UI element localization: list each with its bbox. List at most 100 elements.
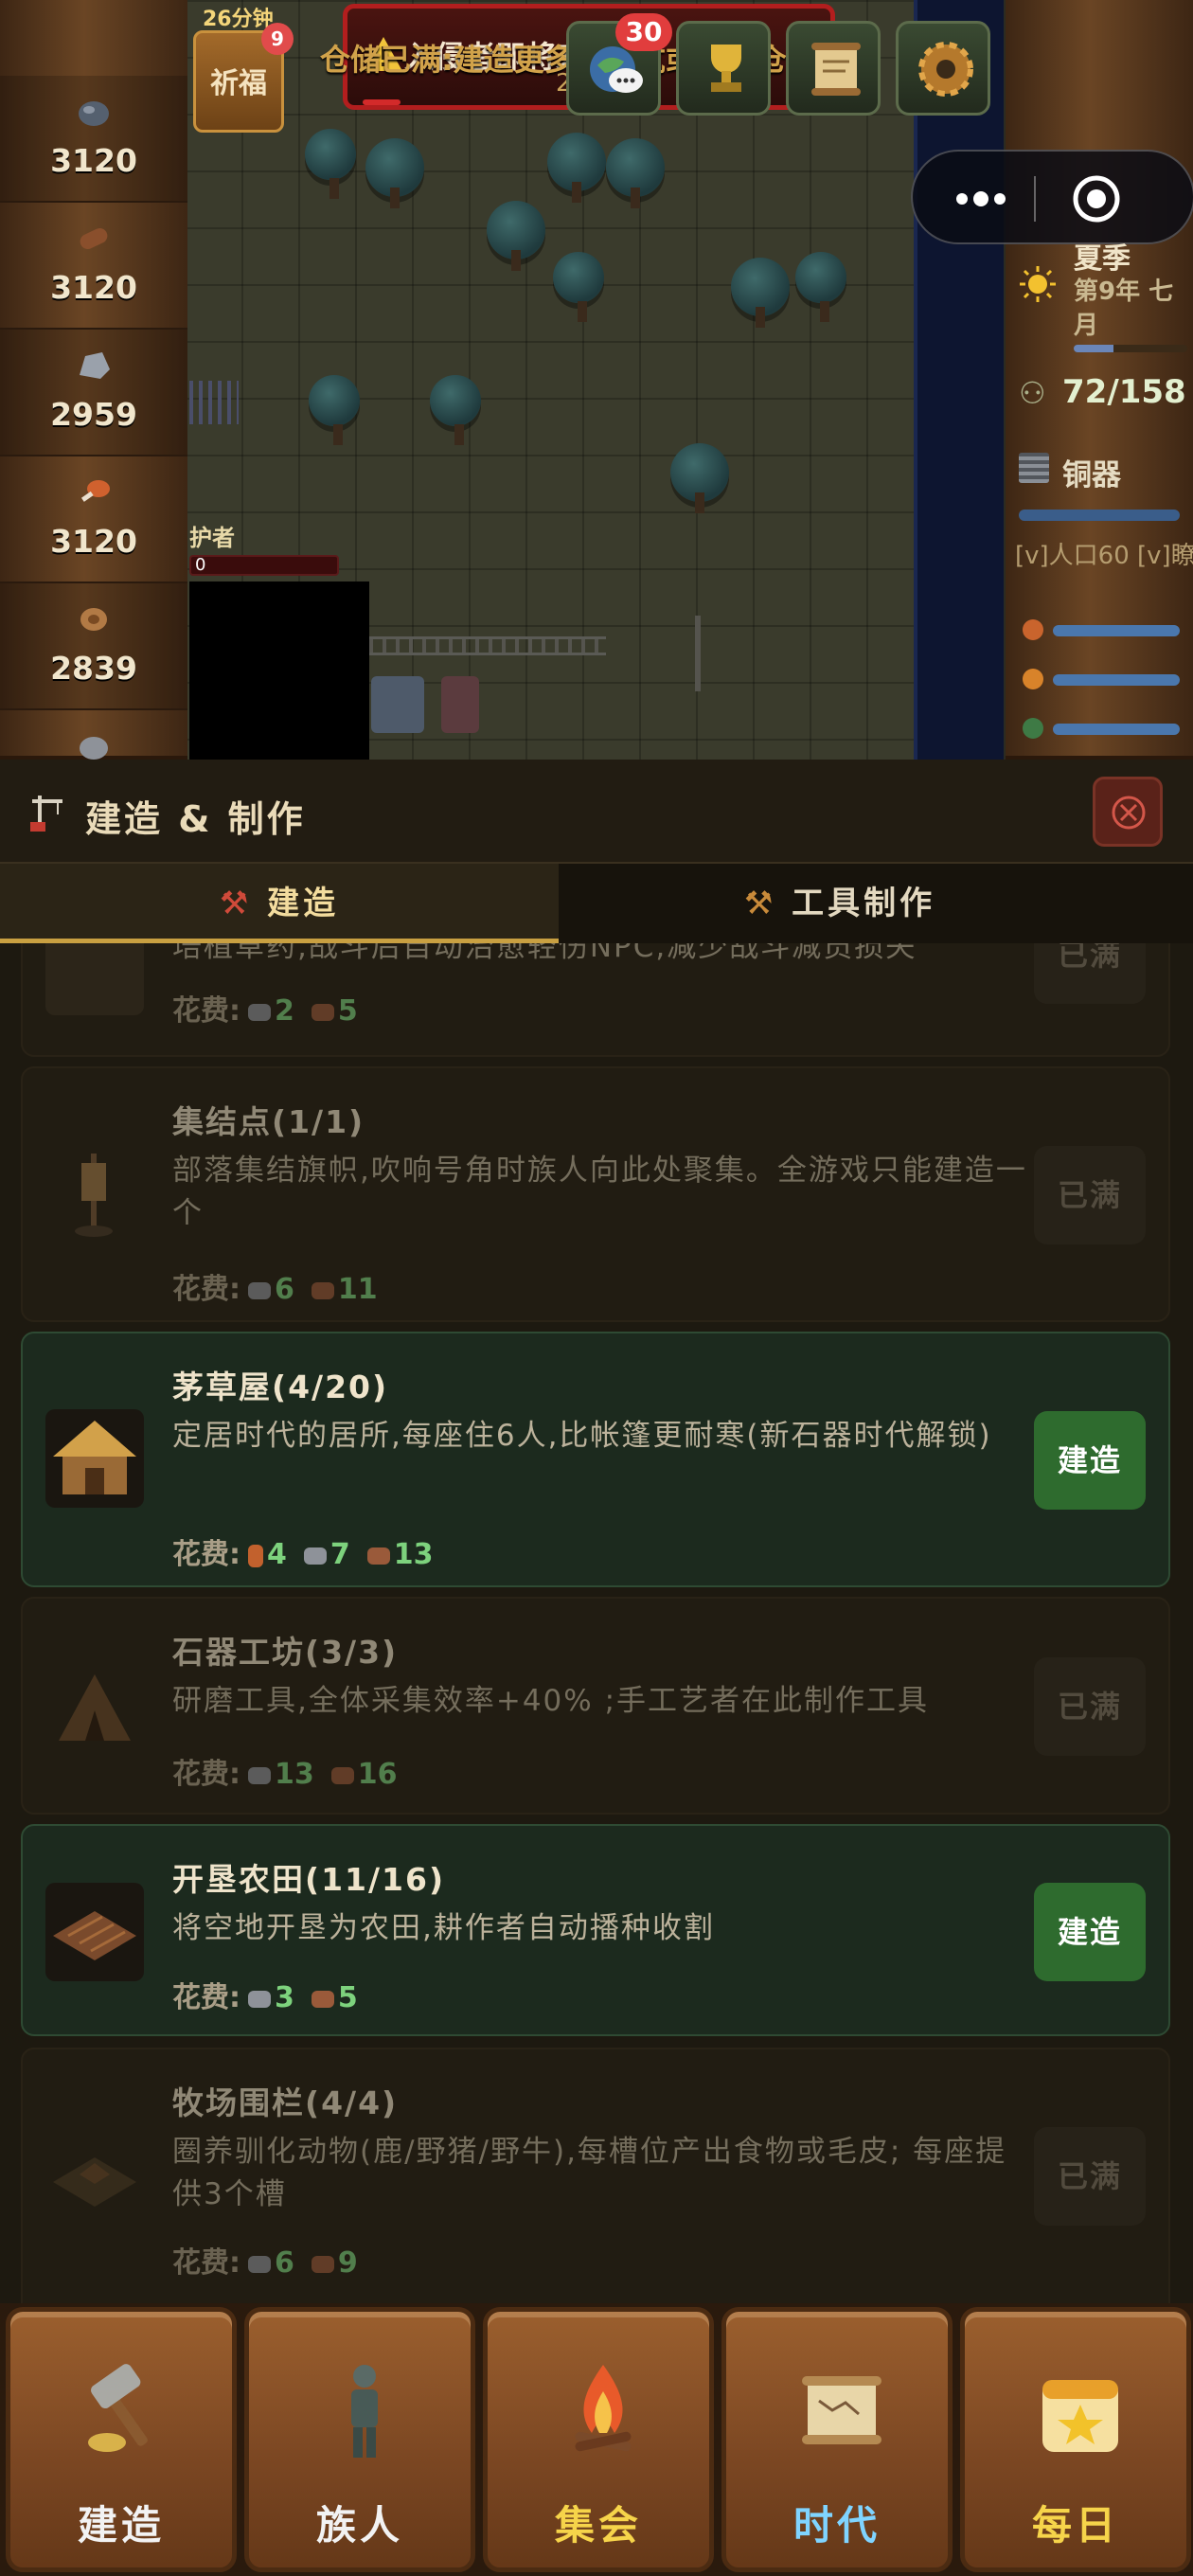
cost-stone: 7 xyxy=(329,1538,350,1571)
tree xyxy=(487,201,545,271)
wood-icon xyxy=(311,1990,334,2008)
hammer-icon xyxy=(88,2364,148,2452)
nav-gathering-label: 集会 xyxy=(554,2502,642,2549)
settings-button[interactable] xyxy=(896,21,990,116)
herb-garden-thumb xyxy=(45,943,144,1015)
tree xyxy=(670,443,729,513)
age-label: 铜器 xyxy=(1062,458,1121,492)
tree xyxy=(305,129,356,199)
more-dots-icon[interactable] xyxy=(953,184,1009,214)
chat-badge: 30 xyxy=(615,13,672,51)
bottom-nav: 建造 族人 集会 时代 每日 xyxy=(0,2303,1193,2576)
wood-icon xyxy=(311,1003,334,1021)
guard-bar: 0 xyxy=(189,555,339,576)
bronze-age-icon xyxy=(1019,453,1049,483)
building-cost: 花费: 3 5 xyxy=(172,1974,367,2015)
full-button[interactable]: 已满 xyxy=(1034,943,1146,1004)
population-icon: ⚇ xyxy=(1019,375,1046,411)
thatched-hut-thumb xyxy=(45,1409,144,1508)
nav-tribe[interactable]: 族人 xyxy=(244,2307,475,2572)
cost-wood: 5 xyxy=(337,994,358,1028)
building-name: 茅草屋(4/20) xyxy=(172,1368,389,1405)
building-cost: 花费: 6 9 xyxy=(172,2239,367,2281)
building-card-rally-point: 集结点(1/1) 部落集结旗帜,吹响号角时族人向此处聚集。全游戏只能建造一个 花… xyxy=(21,1066,1170,1322)
game-map[interactable]: 护者 0 3120 3120 2959 3120 2839 26分钟 祈福 9 … xyxy=(0,0,1193,760)
map-scroll-icon xyxy=(802,2376,881,2444)
building-desc: 培植草药,战斗后自动治愈轻伤NPC,减少战斗减员损失 xyxy=(172,943,917,964)
resource-iron[interactable] xyxy=(0,710,187,760)
nav-era[interactable]: 时代 xyxy=(721,2307,953,2572)
date-label: 第9年 七月 xyxy=(1074,277,1174,340)
resource-stone[interactable]: 3120 xyxy=(0,76,187,203)
full-button[interactable]: 已满 xyxy=(1034,1657,1146,1756)
post xyxy=(695,616,701,691)
stone-icon xyxy=(303,1547,327,1565)
scroll-button[interactable] xyxy=(786,21,881,116)
resource-rock[interactable]: 2959 xyxy=(0,330,187,456)
resource-meat[interactable]: 3120 xyxy=(0,456,187,583)
year-progress-fill xyxy=(1074,345,1113,352)
tab-build-label: 建造 xyxy=(267,885,340,922)
building-desc: 部落集结旗帜,吹响号角时族人向此处聚集。全游戏只能建造一个 xyxy=(172,1154,1027,1230)
nav-gathering[interactable]: 集会 xyxy=(483,2307,714,2572)
full-button[interactable]: 已满 xyxy=(1034,2127,1146,2226)
resource-value: 2839 xyxy=(50,650,137,687)
build-button[interactable]: 建造 xyxy=(1034,1411,1146,1510)
meat-drumstick-icon xyxy=(80,480,110,502)
wood-icon xyxy=(366,1547,390,1565)
news-ticker: [v]人口60 [v]瞭 xyxy=(1015,542,1193,570)
gear-icon xyxy=(918,42,973,97)
building-desc: 研磨工具,全体采集效率+40% ;手工艺者在此制作工具 xyxy=(172,1684,930,1718)
cost-wood: 16 xyxy=(357,1758,398,1791)
panel-header: 建造 & 制作 xyxy=(0,760,1193,864)
resource-wood[interactable]: 3120 xyxy=(0,203,187,330)
hut-sprite xyxy=(371,676,424,733)
minimap-placeholder xyxy=(189,581,369,760)
tab-build[interactable]: ⚒ 建造 xyxy=(0,864,559,943)
tree xyxy=(547,133,606,203)
cost-label: 花费: xyxy=(172,1758,240,1791)
tree xyxy=(365,138,424,208)
tree xyxy=(430,375,481,445)
stone-icon xyxy=(248,1281,271,1299)
resource-value: 3120 xyxy=(50,142,137,179)
building-cost: 花费: 13 16 xyxy=(172,1750,407,1792)
pasture-thumb xyxy=(45,2125,144,2224)
tree xyxy=(795,252,846,322)
nav-build-label: 建造 xyxy=(77,2502,165,2549)
wood-icon xyxy=(311,1281,334,1299)
nav-daily[interactable]: 每日 xyxy=(960,2307,1191,2572)
nav-era-label: 时代 xyxy=(792,2502,881,2549)
cost-label: 花费: xyxy=(172,1538,240,1571)
camp-marker xyxy=(189,381,239,424)
hut-sprite xyxy=(441,676,479,733)
full-button[interactable]: 已满 xyxy=(1034,1146,1146,1244)
crane-icon: ⚒ xyxy=(219,885,253,922)
building-list[interactable]: 培植草药,战斗后自动治愈轻伤NPC,减少战斗减员损失 花费: 2 5 已满 集结点(… xyxy=(0,943,1193,2313)
building-card-thatched-hut: 茅草屋(4/20) 定居时代的居所,每座住6人,比帐篷更耐寒(新石器时代解锁) … xyxy=(21,1332,1170,1587)
resource-leather[interactable]: 2839 xyxy=(0,583,187,710)
close-target-icon[interactable] xyxy=(1070,172,1123,225)
building-card-farmland: 开垦农田(11/16) 将空地开垦为农田,耕作者自动播种收割 花费: 3 5 建造 xyxy=(21,1824,1170,2036)
building-card-stone-workshop: 石器工坊(3/3) 研磨工具,全体采集效率+40% ;手工艺者在此制作工具 花费… xyxy=(21,1597,1170,1815)
daily-calendar-star-icon xyxy=(1042,2380,1118,2452)
leather-roll-icon xyxy=(80,608,107,631)
nav-build[interactable]: 建造 xyxy=(6,2307,237,2572)
guard-label: 护者 xyxy=(189,525,235,551)
farmland-icon xyxy=(53,1911,136,1960)
build-panel: 建造 & 制作 ⚒ 建造 ⚒ 工具制作 培植草药,战斗后自动治愈轻伤NPC,减少… xyxy=(0,760,1193,2313)
building-cost: 花费: 4 7 13 xyxy=(172,1530,443,1572)
trophy-button[interactable] xyxy=(676,21,771,116)
panel-title: 建造 & 制作 xyxy=(85,798,306,840)
build-button[interactable]: 建造 xyxy=(1034,1883,1146,1981)
stone-icon xyxy=(248,1990,271,2008)
capsule-divider xyxy=(1034,176,1036,222)
close-button[interactable] xyxy=(1093,777,1163,847)
fire-bar xyxy=(1053,674,1180,686)
tribesman-icon xyxy=(351,2365,378,2458)
tab-tools[interactable]: ⚒ 工具制作 xyxy=(561,864,1119,943)
building-desc: 定居时代的居所,每座住6人,比帐篷更耐寒(新石器时代解锁) xyxy=(172,1419,992,1453)
cost-wood: 9 xyxy=(337,2246,358,2280)
fire-icon xyxy=(1023,669,1043,689)
resource-value: 3120 xyxy=(50,523,137,560)
